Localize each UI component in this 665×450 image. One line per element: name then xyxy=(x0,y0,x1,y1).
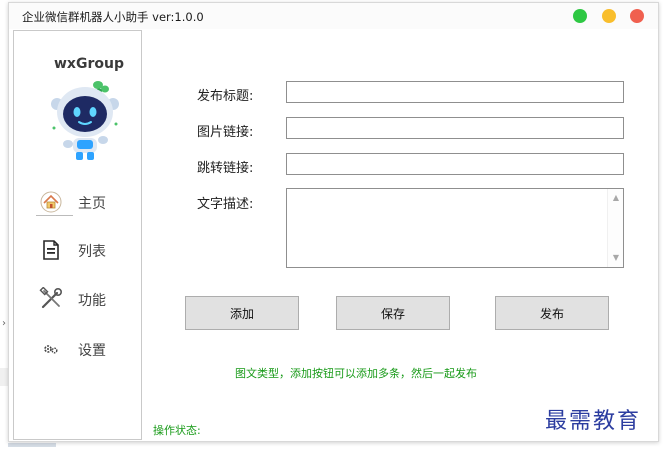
desktop-caret: › xyxy=(2,318,6,329)
sidebar-item-home[interactable]: 主页 xyxy=(14,184,143,220)
maximize-button[interactable] xyxy=(602,9,616,23)
sidebar-item-label: 设置 xyxy=(78,343,106,359)
image-link-input[interactable] xyxy=(286,117,624,139)
tools-icon xyxy=(38,287,64,311)
title-bar[interactable]: 企业微信群机器人小助手 ver:1.0.0 xyxy=(9,3,658,29)
app-window: 企业微信群机器人小助手 ver:1.0.0 wxGroup 主页 列表 功能 设… xyxy=(8,2,659,442)
active-indicator xyxy=(36,215,73,216)
description-scrollbar[interactable]: ▲ ▼ xyxy=(607,189,623,267)
minimize-button[interactable] xyxy=(573,9,587,23)
list-document-icon xyxy=(38,238,64,262)
sidebar-item-label: 列表 xyxy=(78,244,106,260)
sidebar: wxGroup 主页 列表 功能 设置 xyxy=(13,30,142,440)
description-textarea[interactable] xyxy=(287,189,607,267)
save-button[interactable]: 保存 xyxy=(336,296,450,330)
watermark: 最需教育 xyxy=(545,409,642,434)
taskbar-fragment xyxy=(8,443,56,447)
status-label: 操作状态: xyxy=(153,424,201,437)
sidebar-item-function[interactable]: 功能 xyxy=(14,281,143,317)
sidebar-item-settings[interactable]: 设置 xyxy=(14,331,143,367)
gears-icon xyxy=(38,337,64,361)
jump-link-label: 跳转链接: xyxy=(197,161,254,176)
scroll-up-icon[interactable]: ▲ xyxy=(608,191,624,205)
hint-text: 图文类型，添加按钮可以添加多条，然后一起发布 xyxy=(235,367,477,380)
image-link-label: 图片链接: xyxy=(197,125,254,140)
window-title: 企业微信群机器人小助手 ver:1.0.0 xyxy=(22,10,204,24)
title-input[interactable] xyxy=(286,81,624,103)
sidebar-item-label: 功能 xyxy=(78,293,106,309)
robot-mascot-icon xyxy=(51,81,119,160)
scroll-down-icon[interactable]: ▼ xyxy=(608,251,624,265)
home-icon xyxy=(38,190,64,214)
jump-link-input[interactable] xyxy=(286,153,624,175)
publish-button[interactable]: 发布 xyxy=(495,296,609,330)
sidebar-item-label: 主页 xyxy=(78,196,106,212)
title-field-label: 发布标题: xyxy=(197,89,254,104)
brand-name: wxGroup xyxy=(54,56,124,72)
add-button[interactable]: 添加 xyxy=(185,296,299,330)
description-label: 文字描述: xyxy=(197,197,254,212)
description-field[interactable]: ▲ ▼ xyxy=(286,188,624,268)
close-button[interactable] xyxy=(630,9,644,23)
sidebar-item-list[interactable]: 列表 xyxy=(14,232,143,268)
